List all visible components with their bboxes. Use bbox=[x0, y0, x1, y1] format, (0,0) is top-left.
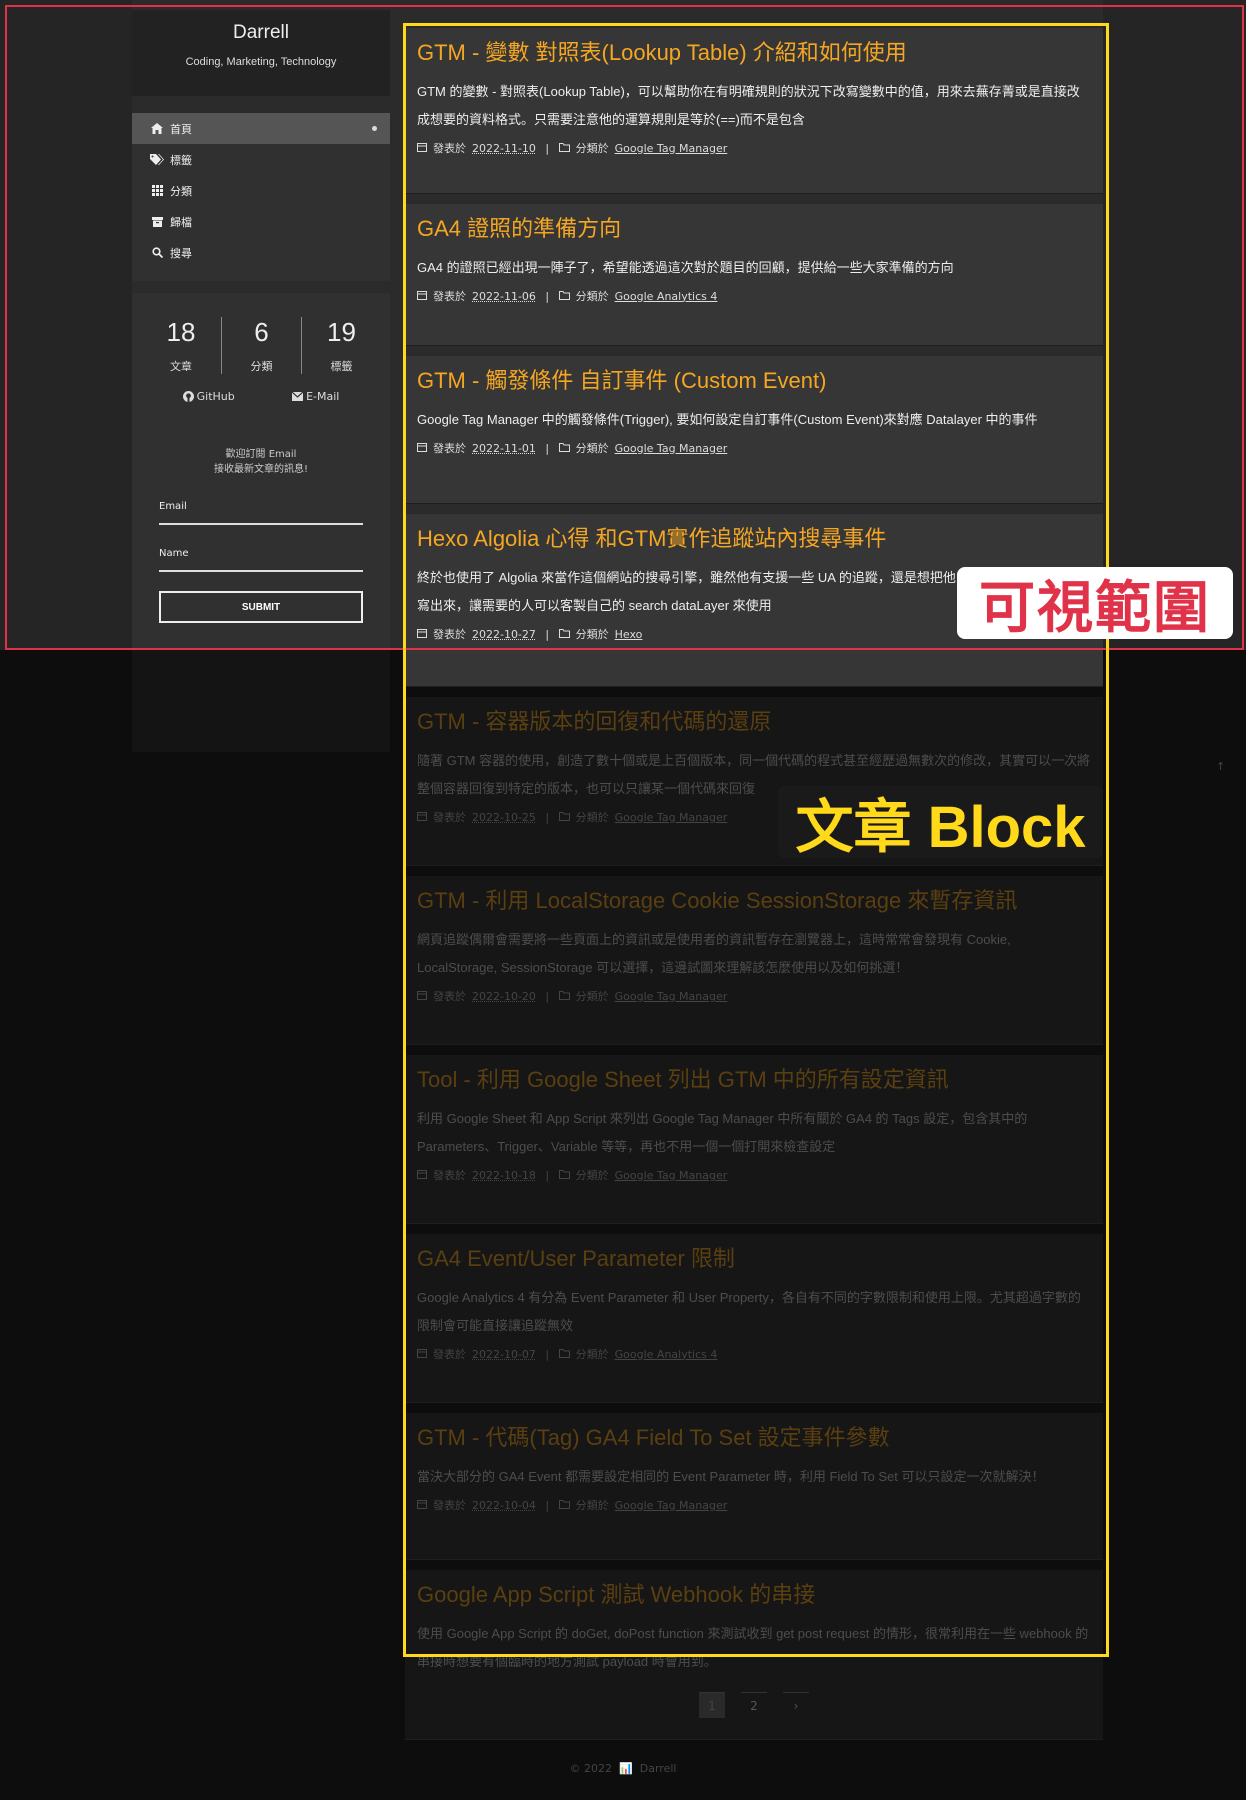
visible-area-label: 可視範圍 bbox=[957, 567, 1233, 641]
page-1[interactable]: 1 bbox=[699, 1692, 725, 1718]
chart-icon: 📊 bbox=[615, 1762, 637, 1775]
footer: © 2022 📊 Darrell bbox=[0, 1762, 1246, 1775]
sidebar-lower-area bbox=[132, 650, 390, 752]
copyright: © 2022 bbox=[569, 1762, 613, 1775]
post-block-label: 文章 Block bbox=[778, 786, 1103, 860]
footer-author: Darrell bbox=[639, 1762, 677, 1775]
next-page-button[interactable]: › bbox=[783, 1692, 809, 1718]
post-gap bbox=[405, 1740, 1103, 1750]
page-2[interactable]: 2 bbox=[741, 1692, 767, 1718]
back-to-top-icon[interactable]: ↑ bbox=[1216, 760, 1225, 773]
pagination: 1 2 › bbox=[405, 1683, 1103, 1727]
